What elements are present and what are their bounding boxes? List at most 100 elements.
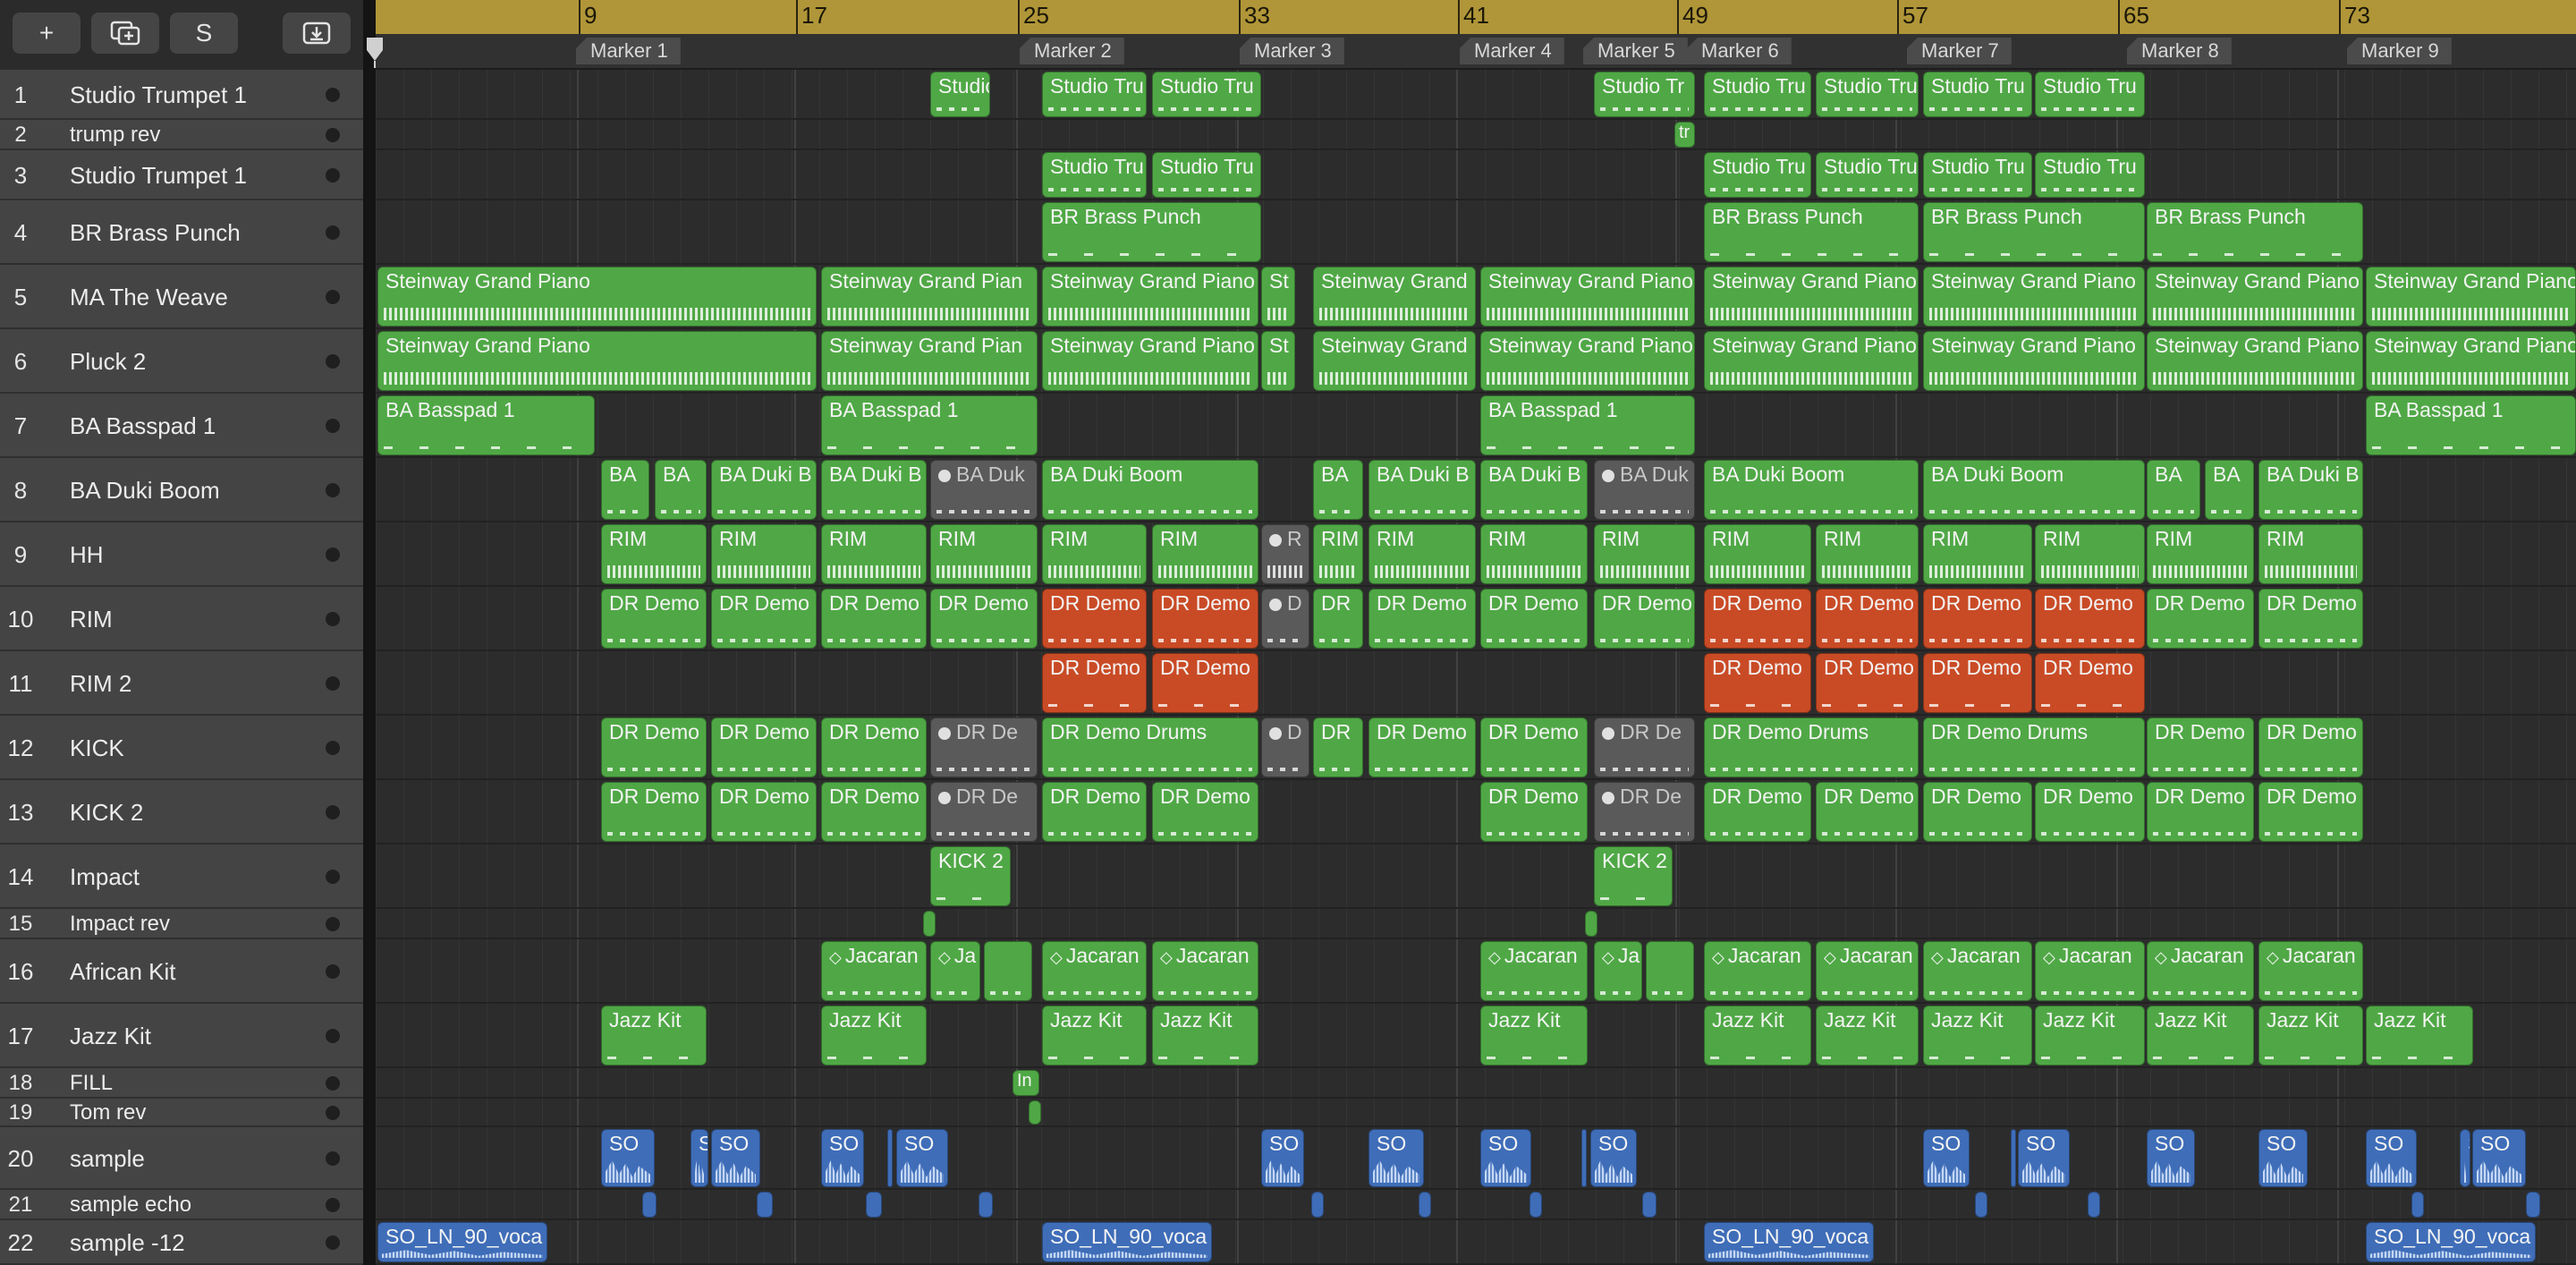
region[interactable] xyxy=(984,941,1032,1001)
region[interactable]: SO xyxy=(1261,1129,1304,1187)
marker-9[interactable]: Marker 9 xyxy=(2347,38,2452,64)
region[interactable]: BA xyxy=(1313,460,1363,520)
region[interactable]: DR Demo xyxy=(821,717,927,777)
region[interactable]: DR De xyxy=(1594,782,1695,842)
track-header-20[interactable]: 20 sample xyxy=(0,1127,363,1190)
region[interactable]: Jazz Kit xyxy=(1152,1006,1258,1065)
region[interactable]: RIM xyxy=(930,524,1038,584)
region[interactable]: DR Demo xyxy=(1042,782,1147,842)
track-header-19[interactable]: 19 Tom rev xyxy=(0,1099,363,1127)
region[interactable]: RIM xyxy=(1042,524,1147,584)
region[interactable] xyxy=(1642,1192,1657,1218)
region[interactable]: RIM xyxy=(2035,524,2145,584)
record-enable-icon[interactable] xyxy=(326,1198,340,1212)
region[interactable]: DR Demo xyxy=(2258,717,2363,777)
region[interactable]: ◇ Jacaran xyxy=(2035,941,2145,1001)
region[interactable]: DR Demo xyxy=(2258,782,2363,842)
region[interactable]: BA xyxy=(601,460,649,520)
region[interactable]: BA Duk xyxy=(1594,460,1695,520)
region[interactable]: SO xyxy=(2472,1129,2526,1187)
region[interactable]: Steinway Grand Piano xyxy=(1480,331,1695,391)
region[interactable]: SO_LN_90_voca xyxy=(1704,1222,1874,1262)
region[interactable]: In xyxy=(1013,1070,1039,1096)
region[interactable] xyxy=(1975,1192,1987,1218)
region[interactable]: DR Demo xyxy=(930,589,1038,649)
record-enable-icon[interactable] xyxy=(326,917,340,931)
marker-4[interactable]: Marker 4 xyxy=(1460,38,1564,64)
region[interactable] xyxy=(1646,941,1694,1001)
region[interactable]: DR Demo xyxy=(1042,653,1147,713)
region[interactable]: DR Demo xyxy=(1923,653,2032,713)
region[interactable]: DR Demo xyxy=(1704,589,1811,649)
region[interactable]: SO xyxy=(711,1129,760,1187)
record-enable-icon[interactable] xyxy=(326,1029,340,1043)
region[interactable]: DR Demo xyxy=(2035,653,2145,713)
region[interactable]: Steinway Grand Piano xyxy=(377,331,817,391)
region[interactable]: Jazz Kit xyxy=(2147,1006,2254,1065)
add-track-button[interactable]: + xyxy=(13,13,80,54)
import-button[interactable] xyxy=(283,13,351,54)
region[interactable]: Jazz Kit xyxy=(601,1006,707,1065)
region[interactable]: DR Demo xyxy=(1152,653,1258,713)
record-enable-icon[interactable] xyxy=(326,612,340,626)
region[interactable]: DR Demo xyxy=(711,782,817,842)
region[interactable]: RIM xyxy=(821,524,927,584)
region[interactable]: Jazz Kit xyxy=(2035,1006,2145,1065)
region[interactable]: SO xyxy=(896,1129,948,1187)
region[interactable]: BR Brass Punch xyxy=(1923,202,2145,262)
marker-7[interactable]: Marker 7 xyxy=(1907,38,2012,64)
region[interactable]: Steinway Grand Piano xyxy=(1704,267,1919,327)
region[interactable]: ◇ Jacaran xyxy=(1152,941,1258,1001)
region[interactable]: SO xyxy=(1590,1129,1637,1187)
region[interactable]: KICK 2 xyxy=(930,846,1011,906)
region[interactable]: BA Duki B xyxy=(2258,460,2363,520)
marker-5[interactable]: Marker 5 xyxy=(1583,38,1688,64)
region[interactable]: BA Duki B xyxy=(821,460,927,520)
region[interactable]: RIM xyxy=(711,524,817,584)
region[interactable]: DR Demo xyxy=(1923,589,2032,649)
region[interactable]: RIM xyxy=(2258,524,2363,584)
region[interactable]: Studio Tru xyxy=(1704,152,1811,198)
track-header-13[interactable]: 13 KICK 2 xyxy=(0,780,363,845)
region[interactable] xyxy=(1029,1100,1041,1125)
duplicate-track-button[interactable] xyxy=(91,13,159,54)
region[interactable]: Studio Tru xyxy=(1704,72,1811,117)
region[interactable]: ◇ Jacaran xyxy=(1042,941,1147,1001)
region[interactable]: SO_LN_90_voca xyxy=(2366,1222,2536,1262)
record-enable-icon[interactable] xyxy=(326,419,340,433)
region[interactable] xyxy=(642,1192,657,1218)
region[interactable]: BA Basspad 1 xyxy=(377,395,595,455)
region[interactable]: BA xyxy=(2147,460,2200,520)
region[interactable]: DR Demo xyxy=(601,589,707,649)
region[interactable]: DR Demo xyxy=(1923,782,2032,842)
marker-2[interactable]: Marker 2 xyxy=(1020,38,1124,64)
region[interactable]: DR xyxy=(1313,717,1363,777)
region[interactable]: SO xyxy=(1480,1129,1531,1187)
solo-button[interactable]: S xyxy=(170,13,238,54)
marker-1[interactable]: Marker 1 xyxy=(576,38,681,64)
region[interactable]: Jazz Kit xyxy=(1042,1006,1147,1065)
region[interactable]: RIM xyxy=(1704,524,1811,584)
region[interactable]: DR Demo xyxy=(711,589,817,649)
region[interactable]: Studio Tru xyxy=(1923,152,2032,198)
region[interactable]: DR Demo Drums xyxy=(1704,717,1919,777)
track-header-5[interactable]: 5 MA The Weave xyxy=(0,265,363,329)
record-enable-icon[interactable] xyxy=(326,805,340,819)
region[interactable]: SO xyxy=(1368,1129,1424,1187)
region[interactable]: SO xyxy=(2366,1129,2417,1187)
region[interactable]: Steinway Grand Piano xyxy=(2147,267,2363,327)
region[interactable]: Steinway Grand xyxy=(1313,267,1476,327)
region[interactable]: Steinway Grand Piano xyxy=(377,267,817,327)
region[interactable]: BA xyxy=(655,460,707,520)
region[interactable]: DR Demo xyxy=(1594,589,1695,649)
marker-track[interactable]: Marker 1 Marker 2 Marker 3 Marker 4 Marker 5… xyxy=(376,34,2576,70)
region[interactable]: Studio Tru xyxy=(1042,152,1147,198)
region[interactable]: ◇ Ja xyxy=(930,941,980,1001)
track-header-7[interactable]: 7 BA Basspad 1 xyxy=(0,394,363,458)
region[interactable]: DR Demo xyxy=(2258,589,2363,649)
record-enable-icon[interactable] xyxy=(326,483,340,497)
record-enable-icon[interactable] xyxy=(326,1235,340,1250)
region[interactable]: DR Demo xyxy=(2035,589,2145,649)
region[interactable] xyxy=(1419,1192,1431,1218)
region[interactable]: BA Duki B xyxy=(1368,460,1476,520)
